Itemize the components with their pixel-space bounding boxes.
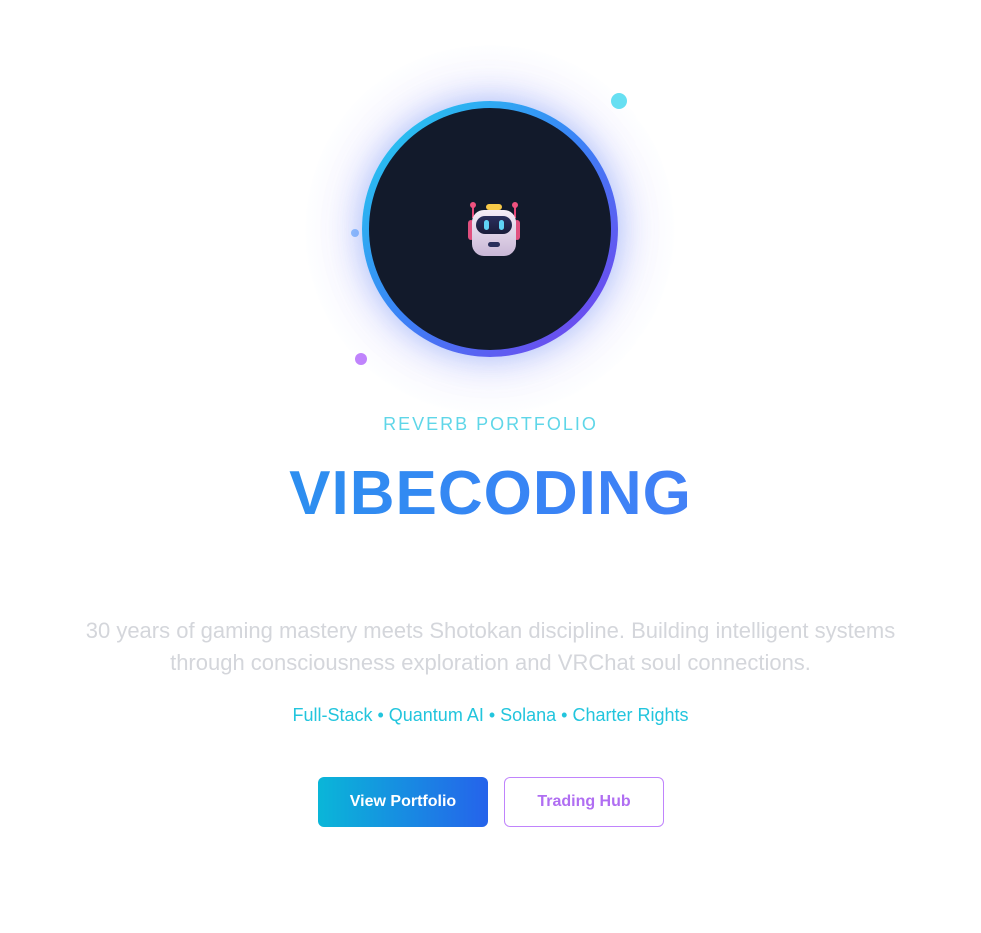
hero-eyebrow: REVERB PORTFOLIO — [383, 414, 598, 434]
decor-orb-purple — [355, 353, 367, 365]
hero-description-line-2: through consciousness exploration and VR… — [170, 650, 811, 675]
robot-icon — [468, 202, 520, 256]
skill-tags: Full-Stack • Quantum AI • Solana • Chart… — [292, 705, 689, 725]
decor-orb-blue — [351, 229, 359, 237]
view-portfolio-button[interactable]: View Portfolio — [318, 777, 488, 827]
avatar-inner — [369, 108, 611, 350]
hero-description-line-1: 30 years of gaming mastery meets Shotoka… — [85, 618, 896, 643]
hero-description: 30 years of gaming mastery meets Shotoka… — [30, 615, 951, 679]
avatar — [362, 101, 618, 357]
trading-hub-button[interactable]: Trading Hub — [504, 777, 664, 827]
hero-section: REVERB PORTFOLIO VIBECODING 30 years of … — [0, 0, 981, 933]
decor-orb-cyan — [611, 93, 627, 109]
hero-title: VIBECODING — [0, 458, 981, 529]
